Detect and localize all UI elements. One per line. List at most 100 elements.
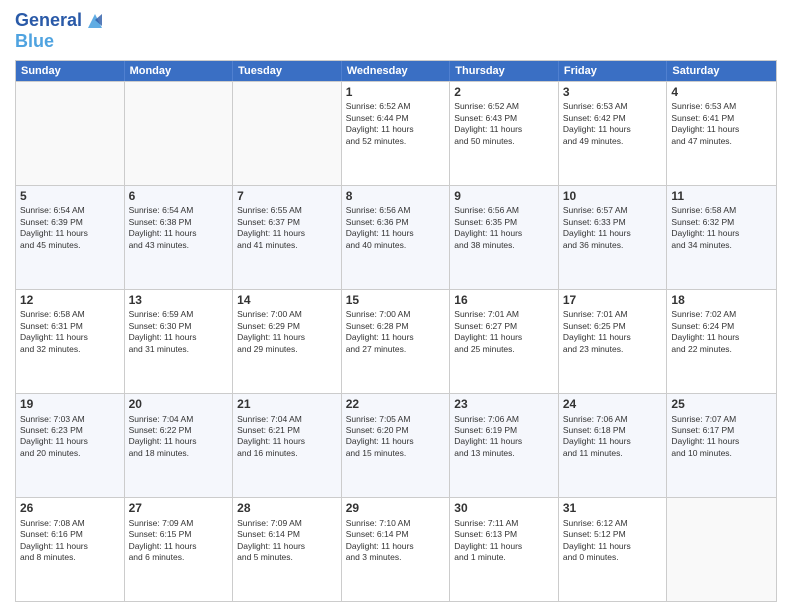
day-info: Sunrise: 6:56 AM Sunset: 6:35 PM Dayligh… (454, 205, 554, 251)
day-info: Sunrise: 7:03 AM Sunset: 6:23 PM Dayligh… (20, 414, 120, 460)
day-info: Sunrise: 7:02 AM Sunset: 6:24 PM Dayligh… (671, 309, 772, 355)
calendar-row-0: 1Sunrise: 6:52 AM Sunset: 6:44 PM Daylig… (16, 81, 776, 185)
day-cell-18: 18Sunrise: 7:02 AM Sunset: 6:24 PM Dayli… (667, 290, 776, 393)
day-number: 9 (454, 189, 554, 205)
day-info: Sunrise: 7:05 AM Sunset: 6:20 PM Dayligh… (346, 414, 446, 460)
day-number: 17 (563, 293, 663, 309)
day-number: 11 (671, 189, 772, 205)
calendar-row-4: 26Sunrise: 7:08 AM Sunset: 6:16 PM Dayli… (16, 497, 776, 601)
day-number: 15 (346, 293, 446, 309)
day-cell-11: 11Sunrise: 6:58 AM Sunset: 6:32 PM Dayli… (667, 186, 776, 289)
day-cell-15: 15Sunrise: 7:00 AM Sunset: 6:28 PM Dayli… (342, 290, 451, 393)
day-info: Sunrise: 7:09 AM Sunset: 6:14 PM Dayligh… (237, 518, 337, 564)
day-number: 22 (346, 397, 446, 413)
day-number: 1 (346, 85, 446, 101)
day-cell-24: 24Sunrise: 7:06 AM Sunset: 6:18 PM Dayli… (559, 394, 668, 497)
day-number: 5 (20, 189, 120, 205)
day-cell-29: 29Sunrise: 7:10 AM Sunset: 6:14 PM Dayli… (342, 498, 451, 601)
day-number: 24 (563, 397, 663, 413)
day-info: Sunrise: 7:01 AM Sunset: 6:25 PM Dayligh… (563, 309, 663, 355)
day-cell-13: 13Sunrise: 6:59 AM Sunset: 6:30 PM Dayli… (125, 290, 234, 393)
day-info: Sunrise: 7:08 AM Sunset: 6:16 PM Dayligh… (20, 518, 120, 564)
empty-cell (233, 82, 342, 185)
logo-icon (84, 10, 106, 32)
empty-cell (16, 82, 125, 185)
day-number: 4 (671, 85, 772, 101)
day-number: 14 (237, 293, 337, 309)
day-cell-30: 30Sunrise: 7:11 AM Sunset: 6:13 PM Dayli… (450, 498, 559, 601)
day-number: 21 (237, 397, 337, 413)
day-info: Sunrise: 6:55 AM Sunset: 6:37 PM Dayligh… (237, 205, 337, 251)
day-cell-26: 26Sunrise: 7:08 AM Sunset: 6:16 PM Dayli… (16, 498, 125, 601)
day-number: 25 (671, 397, 772, 413)
day-number: 30 (454, 501, 554, 517)
day-number: 28 (237, 501, 337, 517)
day-cell-4: 4Sunrise: 6:53 AM Sunset: 6:41 PM Daylig… (667, 82, 776, 185)
day-info: Sunrise: 6:53 AM Sunset: 6:42 PM Dayligh… (563, 101, 663, 147)
calendar: SundayMondayTuesdayWednesdayThursdayFrid… (15, 60, 777, 602)
day-info: Sunrise: 7:10 AM Sunset: 6:14 PM Dayligh… (346, 518, 446, 564)
day-info: Sunrise: 7:00 AM Sunset: 6:28 PM Dayligh… (346, 309, 446, 355)
day-cell-21: 21Sunrise: 7:04 AM Sunset: 6:21 PM Dayli… (233, 394, 342, 497)
day-info: Sunrise: 7:11 AM Sunset: 6:13 PM Dayligh… (454, 518, 554, 564)
day-cell-5: 5Sunrise: 6:54 AM Sunset: 6:39 PM Daylig… (16, 186, 125, 289)
day-cell-31: 31Sunrise: 6:12 AM Sunset: 5:12 PM Dayli… (559, 498, 668, 601)
empty-cell (667, 498, 776, 601)
day-number: 13 (129, 293, 229, 309)
empty-cell (125, 82, 234, 185)
day-info: Sunrise: 7:01 AM Sunset: 6:27 PM Dayligh… (454, 309, 554, 355)
day-info: Sunrise: 6:58 AM Sunset: 6:31 PM Dayligh… (20, 309, 120, 355)
day-cell-16: 16Sunrise: 7:01 AM Sunset: 6:27 PM Dayli… (450, 290, 559, 393)
day-info: Sunrise: 7:04 AM Sunset: 6:22 PM Dayligh… (129, 414, 229, 460)
day-cell-17: 17Sunrise: 7:01 AM Sunset: 6:25 PM Dayli… (559, 290, 668, 393)
day-info: Sunrise: 6:56 AM Sunset: 6:36 PM Dayligh… (346, 205, 446, 251)
day-number: 3 (563, 85, 663, 101)
day-cell-10: 10Sunrise: 6:57 AM Sunset: 6:33 PM Dayli… (559, 186, 668, 289)
header-cell-friday: Friday (559, 61, 668, 81)
header-cell-saturday: Saturday (667, 61, 776, 81)
calendar-row-2: 12Sunrise: 6:58 AM Sunset: 6:31 PM Dayli… (16, 289, 776, 393)
calendar-row-1: 5Sunrise: 6:54 AM Sunset: 6:39 PM Daylig… (16, 185, 776, 289)
day-number: 26 (20, 501, 120, 517)
day-number: 18 (671, 293, 772, 309)
day-number: 12 (20, 293, 120, 309)
day-info: Sunrise: 6:12 AM Sunset: 5:12 PM Dayligh… (563, 518, 663, 564)
day-cell-9: 9Sunrise: 6:56 AM Sunset: 6:35 PM Daylig… (450, 186, 559, 289)
header-cell-thursday: Thursday (450, 61, 559, 81)
day-info: Sunrise: 6:58 AM Sunset: 6:32 PM Dayligh… (671, 205, 772, 251)
day-number: 19 (20, 397, 120, 413)
day-info: Sunrise: 7:06 AM Sunset: 6:18 PM Dayligh… (563, 414, 663, 460)
day-number: 20 (129, 397, 229, 413)
day-number: 23 (454, 397, 554, 413)
page: General Blue SundayMondayTuesdayWednesda… (0, 0, 792, 612)
day-info: Sunrise: 7:06 AM Sunset: 6:19 PM Dayligh… (454, 414, 554, 460)
day-info: Sunrise: 6:57 AM Sunset: 6:33 PM Dayligh… (563, 205, 663, 251)
day-number: 27 (129, 501, 229, 517)
day-cell-2: 2Sunrise: 6:52 AM Sunset: 6:43 PM Daylig… (450, 82, 559, 185)
calendar-header: SundayMondayTuesdayWednesdayThursdayFrid… (16, 61, 776, 81)
header-cell-sunday: Sunday (16, 61, 125, 81)
day-number: 16 (454, 293, 554, 309)
day-cell-12: 12Sunrise: 6:58 AM Sunset: 6:31 PM Dayli… (16, 290, 125, 393)
day-number: 31 (563, 501, 663, 517)
header-cell-monday: Monday (125, 61, 234, 81)
day-cell-20: 20Sunrise: 7:04 AM Sunset: 6:22 PM Dayli… (125, 394, 234, 497)
day-info: Sunrise: 6:54 AM Sunset: 6:39 PM Dayligh… (20, 205, 120, 251)
day-cell-8: 8Sunrise: 6:56 AM Sunset: 6:36 PM Daylig… (342, 186, 451, 289)
day-number: 7 (237, 189, 337, 205)
logo-blue: Blue (15, 32, 54, 52)
day-info: Sunrise: 6:52 AM Sunset: 6:44 PM Dayligh… (346, 101, 446, 147)
day-info: Sunrise: 7:00 AM Sunset: 6:29 PM Dayligh… (237, 309, 337, 355)
day-number: 29 (346, 501, 446, 517)
calendar-body: 1Sunrise: 6:52 AM Sunset: 6:44 PM Daylig… (16, 81, 776, 601)
day-cell-22: 22Sunrise: 7:05 AM Sunset: 6:20 PM Dayli… (342, 394, 451, 497)
day-info: Sunrise: 7:09 AM Sunset: 6:15 PM Dayligh… (129, 518, 229, 564)
header-cell-wednesday: Wednesday (342, 61, 451, 81)
day-number: 2 (454, 85, 554, 101)
day-cell-19: 19Sunrise: 7:03 AM Sunset: 6:23 PM Dayli… (16, 394, 125, 497)
day-cell-28: 28Sunrise: 7:09 AM Sunset: 6:14 PM Dayli… (233, 498, 342, 601)
day-number: 10 (563, 189, 663, 205)
day-cell-27: 27Sunrise: 7:09 AM Sunset: 6:15 PM Dayli… (125, 498, 234, 601)
day-number: 6 (129, 189, 229, 205)
day-info: Sunrise: 6:53 AM Sunset: 6:41 PM Dayligh… (671, 101, 772, 147)
